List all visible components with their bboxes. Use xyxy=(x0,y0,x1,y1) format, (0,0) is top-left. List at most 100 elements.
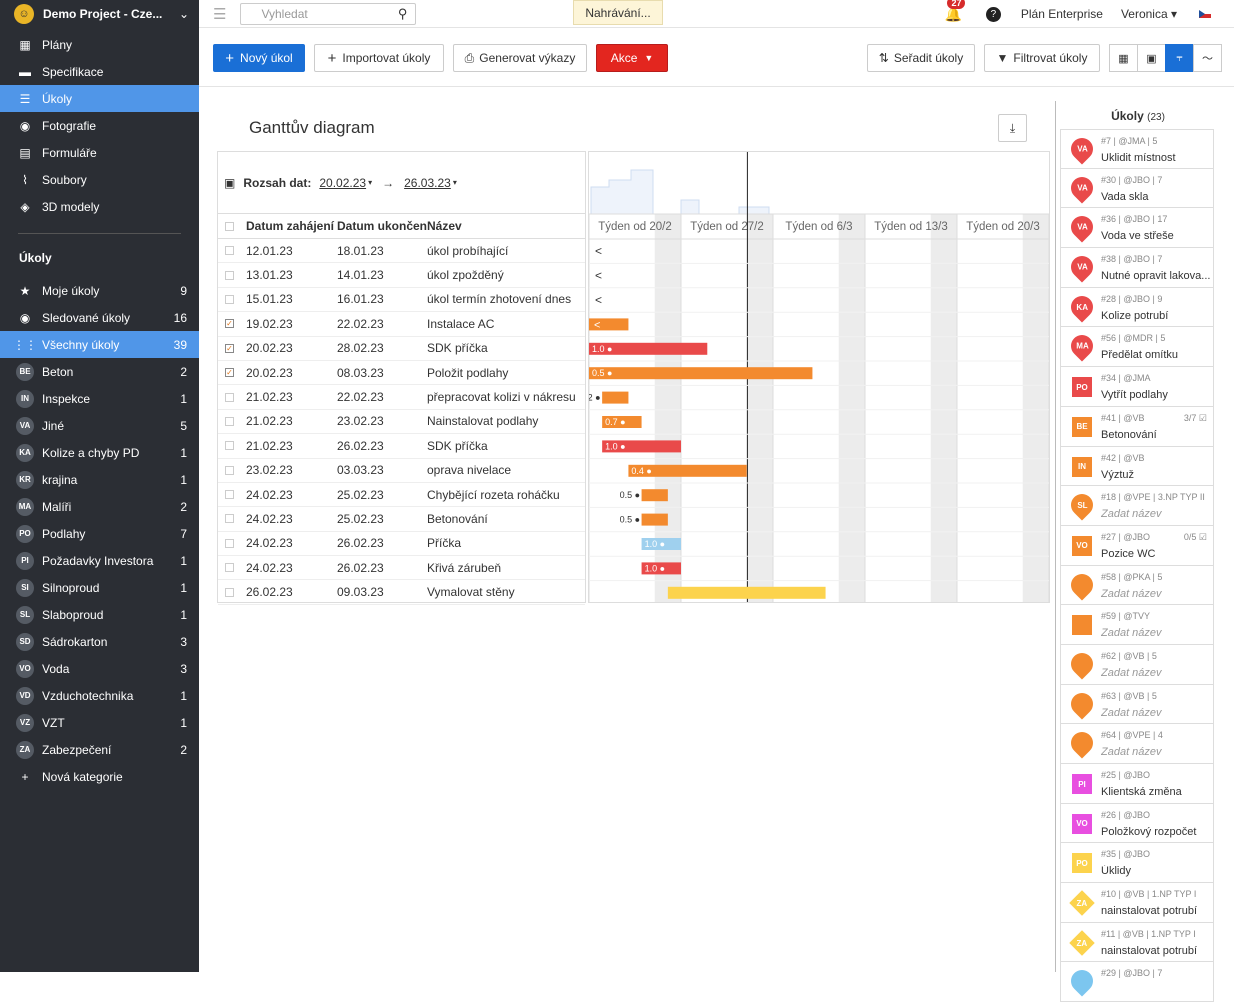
project-switcher[interactable]: ☺ Demo Project - Cze... ⌄ xyxy=(0,0,199,28)
row-checkbox[interactable] xyxy=(225,416,234,426)
task-card[interactable]: #59 | @TVY Zadat název xyxy=(1060,605,1214,645)
category-item-silnoproud[interactable]: SI Silnoproud 1 xyxy=(0,574,199,601)
category-item-maliri[interactable]: MA Malíři 2 xyxy=(0,493,199,520)
sidebar-item-soubory[interactable]: ⌇ Soubory xyxy=(0,166,199,193)
user-menu[interactable]: Veronica ▾ xyxy=(1121,7,1177,21)
row-checkbox[interactable] xyxy=(225,441,234,451)
actions-button[interactable]: Akce ▼ xyxy=(596,44,668,72)
task-card[interactable]: VA #30 | @JBO | 7 Vada skla xyxy=(1060,168,1214,209)
category-item-jine[interactable]: VA Jiné 5 xyxy=(0,412,199,439)
row-checkbox[interactable] xyxy=(225,294,234,304)
notifications-button[interactable]: 🔔 27 xyxy=(944,0,966,23)
gantt-view-icon[interactable]: ⫧ xyxy=(1165,44,1194,72)
chart-view-icon[interactable]: 〜 xyxy=(1193,44,1222,72)
row-checkbox[interactable] xyxy=(225,563,234,573)
column-end[interactable]: Datum ukončení xyxy=(337,219,427,233)
row-checkbox[interactable] xyxy=(225,392,234,402)
calendar-view-icon[interactable]: ▣ xyxy=(1137,44,1166,72)
table-row[interactable]: 21.02.23 22.02.23 přepracovat kolizi v nák… xyxy=(218,385,585,410)
search-input[interactable]: Vyhledat ⚲ xyxy=(240,2,417,25)
table-row[interactable]: 21.02.23 26.02.23 SDK příčka xyxy=(218,434,585,459)
table-row[interactable]: 24.02.23 25.02.23 Betonování xyxy=(218,507,585,532)
row-checkbox[interactable]: ✓ xyxy=(225,319,234,329)
sidebar-item-3d-modely[interactable]: ◈ 3D modely xyxy=(0,193,199,220)
import-tasks-button[interactable]: + Importovat úkoly xyxy=(314,44,444,72)
category-item-sadrokarton[interactable]: SD Sádrokarton 3 xyxy=(0,628,199,655)
task-card[interactable]: VO #26 | @JBO Položkový rozpočet xyxy=(1060,803,1214,844)
task-card[interactable]: #29 | @JBO | 7 xyxy=(1060,962,1214,1002)
date-range-to[interactable]: 26.03.23 xyxy=(404,176,451,190)
overflow-arrow-icon[interactable]: < xyxy=(595,269,602,283)
category-item-vzt[interactable]: VZ VZT 1 xyxy=(0,709,199,736)
category-item-vzduchotechnika[interactable]: VD Vzduchotechnika 1 xyxy=(0,682,199,709)
category-item-krajina[interactable]: KR krajina 1 xyxy=(0,466,199,493)
table-row[interactable]: ✓ 20.02.23 08.03.23 Položit podlahy xyxy=(218,361,585,386)
task-card[interactable]: #63 | @VB | 5 Zadat název xyxy=(1060,684,1214,725)
table-row[interactable]: 24.02.23 25.02.23 Chybějící rozeta roháčku xyxy=(218,483,585,508)
category-item-zabezpeceni[interactable]: ZA Zabezpečení 2 xyxy=(0,736,199,763)
help-icon[interactable]: ? xyxy=(985,6,1001,22)
column-name[interactable]: Název xyxy=(427,219,585,233)
gantt-bar[interactable] xyxy=(589,367,813,380)
category-item-podlahy[interactable]: PO Podlahy 7 xyxy=(0,520,199,547)
download-button[interactable]: ⤓ xyxy=(998,114,1027,142)
table-row[interactable]: 12.01.23 18.01.23 úkol probíhající xyxy=(218,239,585,264)
table-row[interactable]: 24.02.23 26.02.23 Křivá zárubeň xyxy=(218,556,585,581)
gantt-bar[interactable] xyxy=(641,489,668,502)
task-card[interactable]: MA #56 | @MDR | 5 Předělat omítku xyxy=(1060,327,1214,368)
overflow-arrow-icon[interactable]: < xyxy=(595,244,602,258)
panel-divider[interactable] xyxy=(1055,101,1056,972)
select-all-checkbox[interactable] xyxy=(225,221,234,231)
new-category-button[interactable]: + Nová kategorie xyxy=(0,763,199,790)
table-row[interactable]: 23.02.23 03.03.23 oprava nivelace xyxy=(218,459,585,483)
table-row[interactable]: 15.01.23 16.01.23 úkol termín zhotovení dn… xyxy=(218,288,585,313)
new-task-button[interactable]: + Nový úkol xyxy=(213,44,305,72)
category-item-voda[interactable]: VO Voda 3 xyxy=(0,655,199,682)
language-flag-icon[interactable] xyxy=(1199,10,1211,18)
task-card[interactable]: SL #18 | @VPE | 3.NP TYP II Zadat název xyxy=(1060,486,1214,526)
task-card[interactable]: BE #41 | @VB Betonování 3/7 ☑ xyxy=(1060,406,1214,447)
row-checkbox[interactable]: ✓ xyxy=(225,343,234,353)
filter-item-vsechny-ukoly[interactable]: ⋮⋮ Všechny úkoly 39 xyxy=(0,331,199,358)
column-start[interactable]: Datum zahájení xyxy=(246,219,337,233)
sidebar-item-fotografie[interactable]: ◉ Fotografie xyxy=(0,112,199,139)
task-card[interactable]: VA #7 | @JMA | 5 Uklidit místnost xyxy=(1060,129,1214,169)
grid-view-icon[interactable]: ▦ xyxy=(1109,44,1138,72)
category-item-inspekce[interactable]: IN Inspekce 1 xyxy=(0,385,199,412)
table-row[interactable]: ✓ 19.02.23 22.02.23 Instalace AC xyxy=(218,312,585,337)
filter-item-sledovane-ukoly[interactable]: ◉ Sledované úkoly 16 xyxy=(0,304,199,331)
task-card[interactable]: PO #34 | @JMA Vytřít podlahy xyxy=(1060,367,1214,407)
menu-icon[interactable]: ☰ xyxy=(213,5,226,23)
task-card[interactable]: VA #36 | @JBO | 17 Voda ve střeše xyxy=(1060,208,1214,249)
row-checkbox[interactable] xyxy=(225,270,234,280)
row-checkbox[interactable] xyxy=(225,490,234,500)
filter-item-moje-ukoly[interactable]: ★ Moje úkoly 9 xyxy=(0,277,199,304)
row-checkbox[interactable] xyxy=(225,465,234,475)
task-card[interactable]: PO #35 | @JBO Úklidy xyxy=(1060,843,1214,884)
table-row[interactable]: ✓ 20.02.23 28.02.23 SDK příčka xyxy=(218,337,585,361)
task-card[interactable]: #62 | @VB | 5 Zadat název xyxy=(1060,644,1214,685)
table-row[interactable]: 26.02.23 09.03.23 Vymalovat stěny xyxy=(218,580,585,605)
sidebar-item-ukoly[interactable]: ☰ Úkoly xyxy=(0,85,199,112)
sidebar-item-specifikace[interactable]: ▬ Specifikace xyxy=(0,58,199,85)
task-card[interactable]: IN #42 | @VB Výztuž xyxy=(1060,446,1214,487)
sort-tasks-button[interactable]: ⇅ Seřadit úkoly xyxy=(867,44,975,72)
table-row[interactable]: 24.02.23 26.02.23 Příčka xyxy=(218,532,585,557)
task-card[interactable]: #58 | @PKA | 5 Zadat název xyxy=(1060,565,1214,606)
row-checkbox[interactable] xyxy=(225,514,234,524)
row-checkbox[interactable] xyxy=(225,246,234,256)
row-checkbox[interactable] xyxy=(225,538,234,548)
sidebar-item-plany[interactable]: ▦ Plány xyxy=(0,31,199,58)
table-row[interactable]: 21.02.23 23.02.23 Nainstalovat podlahy xyxy=(218,410,585,435)
gantt-bar[interactable] xyxy=(641,513,668,526)
row-checkbox[interactable] xyxy=(225,587,234,597)
overflow-arrow-icon[interactable]: < xyxy=(595,293,602,307)
gantt-bar[interactable] xyxy=(667,586,826,599)
task-card[interactable]: ZA #11 | @VB | 1.NP TYP I nainstalovat pot… xyxy=(1060,922,1214,963)
sidebar-item-formulare[interactable]: ▤ Formuláře xyxy=(0,139,199,166)
category-item-kolize-a-chyby-pd[interactable]: KA Kolize a chyby PD 1 xyxy=(0,439,199,466)
task-card[interactable]: ZA #10 | @VB | 1.NP TYP I nainstalovat pot… xyxy=(1060,883,1214,923)
task-card[interactable]: VO #27 | @JBO Pozice WC 0/5 ☑ xyxy=(1060,525,1214,566)
table-row[interactable]: 13.01.23 14.01.23 úkol zpožděný xyxy=(218,263,585,288)
task-card[interactable]: VA #38 | @JBO | 7 Nutné opravit lakova... xyxy=(1060,248,1214,288)
